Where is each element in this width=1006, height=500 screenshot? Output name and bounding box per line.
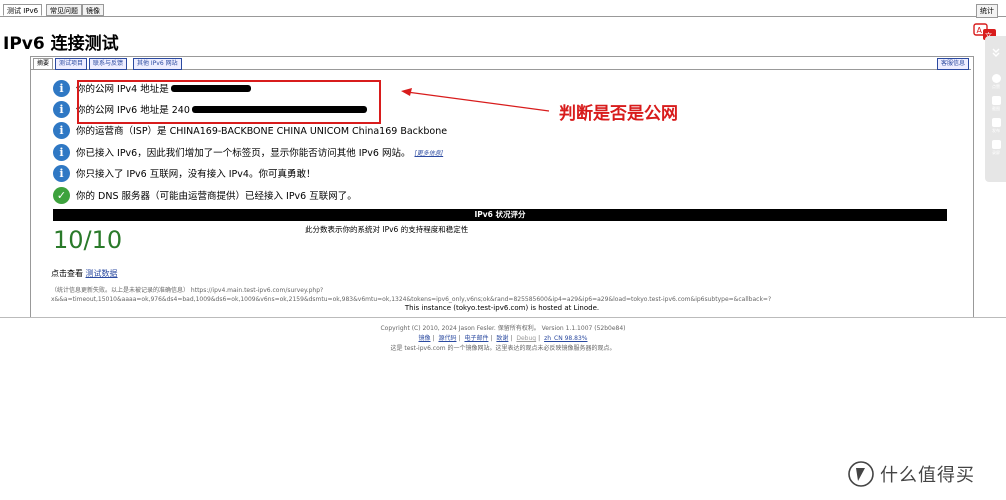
sidebar-label: 点赞 [992, 84, 1000, 89]
highlight-box [77, 80, 381, 124]
score-value: 10/10 [53, 226, 123, 254]
score-description: 此分数表示你的系统对 IPv6 的支持程度和稳定性 [305, 225, 469, 234]
more-info-link[interactable]: [更多信息] [414, 148, 443, 157]
video-icon [991, 140, 1001, 149]
arrow-icon [401, 88, 550, 112]
sidebar-item-screenshot[interactable]: 截图 [988, 96, 1004, 112]
view-data-prefix: 点击查看 [51, 269, 83, 278]
survey-note-line1: （统计信息更新失败。以上是未被记录的准确信息） https://ipv4.mai… [51, 287, 324, 294]
info-icon: i [53, 164, 70, 182]
tab-faq[interactable]: 常见问题 [46, 4, 82, 16]
chevron-icon [992, 48, 1000, 57]
mirror-note: 这是 test-ipv6.com 的一个镜像网站。这里表达的观点未必反映镜像服务… [390, 345, 616, 352]
result-text: 你的运营商（ISP）是 CHINA169-BACKBONE CHINA UNIC… [76, 126, 448, 137]
top-tab-bar: 测试 IPv6 常见问题 镜像 统计 [0, 0, 1006, 18]
page-title: IPv6 连接测试 [3, 34, 119, 54]
watermark-logo-icon [848, 461, 874, 487]
score-bar: IPv6 状况评分 [53, 209, 947, 221]
result-text: 你只接入了 IPv6 互联网，没有接入 IPv4。你可真勇敢！ [76, 169, 316, 180]
result-ipv6-only: i 你只接入了 IPv6 互联网，没有接入 IPv4。你可真勇敢！ [53, 163, 315, 183]
top-tab-divider [0, 16, 1006, 17]
footer-link-source[interactable]: 源代码 [438, 335, 456, 342]
copyright: Copyright (C) 2010, 2024 Jason Fesler. 保… [380, 325, 626, 332]
result-dns-ipv6: ✓ 你的 DNS 服务器（可能由运营商提供）已经接入 IPv6 互联网了。 [53, 185, 357, 205]
info-icon: i [53, 100, 70, 118]
tab-tests[interactable]: 测试项目 [55, 58, 88, 70]
like-icon [991, 74, 1001, 83]
tab-test-ipv6[interactable]: 测试 IPv6 [3, 4, 43, 16]
result-text: 你的 DNS 服务器（可能由运营商提供）已经接入 IPv6 互联网了。 [76, 191, 357, 202]
results-panel: 摘要 测试项目 联系与反馈 其他 IPv6 网站 客服信息 i 你的公网 IPv… [30, 56, 974, 318]
sidebar-label: 录屏 [992, 150, 1000, 155]
sidebar-item-expand[interactable] [988, 46, 1004, 59]
sidebar-label: 截图 [992, 106, 1000, 111]
result-ipv6-tab-added: i 你已接入 IPv6，因此我们增加了一个标签页，显示你能否访问其他 IPv6 … [53, 142, 443, 162]
footer-link-mirrors[interactable]: 镜像 [419, 335, 431, 342]
view-data-row: 点击查看 测试数据 [51, 268, 118, 279]
stats-button[interactable]: 统计 [976, 4, 998, 18]
footer-link-thanks[interactable]: 致谢 [496, 335, 508, 342]
sidebar-item-record[interactable]: 录屏 [988, 140, 1004, 156]
footer-link-locale[interactable]: zh_CN 98.83% [544, 335, 587, 342]
upload-icon [991, 118, 1001, 127]
tab-summary[interactable]: 摘要 [33, 58, 54, 70]
camera-icon [991, 96, 1001, 105]
tab-mirrors[interactable]: 镜像 [82, 4, 104, 16]
footer-links: 镜像 | 源代码 | 电子邮件 | 致谢 | Debug | zh_CN 98.83% [418, 335, 588, 342]
info-icon: i [53, 143, 70, 161]
survey-note: （统计信息更新失败。以上是未被记录的准确信息） https://ipv4.mai… [51, 286, 961, 304]
annotation-label: 判断是否是公网 [559, 104, 678, 124]
footer-divider [0, 317, 1006, 318]
check-icon: ✓ [53, 186, 70, 204]
info-icon: i [53, 121, 70, 139]
footer-link-debug[interactable]: Debug [516, 335, 536, 342]
sidebar-item-publish[interactable]: 发布 [988, 118, 1004, 134]
tab-other-ipv6-sites[interactable]: 其他 IPv6 网站 [133, 58, 182, 70]
hosted-info: This instance (tokyo.test-ipv6.com) is h… [404, 304, 600, 312]
floating-sidebar: 点赞 截图 发布 录屏 [985, 36, 1006, 182]
sidebar-label: 发布 [992, 128, 1000, 133]
sidebar-item-like[interactable]: 点赞 [988, 74, 1004, 90]
test-data-link[interactable]: 测试数据 [86, 269, 118, 278]
watermark: 什么值得买 [848, 461, 975, 487]
result-text: 你已接入 IPv6，因此我们增加了一个标签页，显示你能否访问其他 IPv6 网站… [76, 148, 411, 159]
contact-info-button[interactable]: 客服信息 [936, 58, 969, 70]
panel-tab-bar: 摘要 测试项目 联系与反馈 其他 IPv6 网站 客服信息 [31, 57, 971, 70]
tab-contact-feedback[interactable]: 联系与反馈 [89, 58, 128, 70]
survey-note-line2: x&&a=timeout,15010&aaaa=ok,976&ds4=bad,1… [51, 296, 772, 303]
footer-link-email[interactable]: 电子邮件 [464, 335, 488, 342]
watermark-text: 什么值得买 [880, 465, 975, 486]
svg-text:A: A [977, 26, 983, 35]
info-icon: i [53, 79, 70, 97]
